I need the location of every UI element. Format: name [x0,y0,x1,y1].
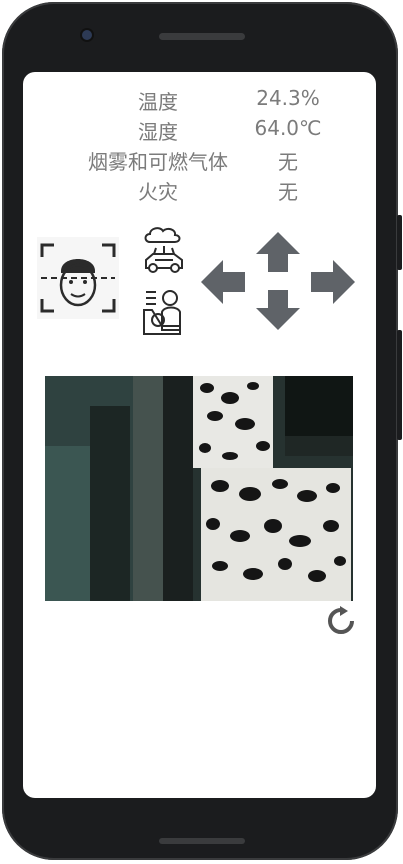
arrow-up-icon[interactable] [256,232,300,272]
sensor-label: 温度 [138,90,178,114]
driver-control-button[interactable] [140,286,188,338]
power-button [397,330,402,440]
smart-car-icon [144,227,183,273]
sensor-value: 64.0℃ [254,116,322,140]
camera-frame [45,376,353,601]
arrow-left-icon[interactable] [201,260,245,304]
sensor-label: 烟雾和可燃气体 [88,150,228,174]
sensor-row-temperature: 温度 24.3% [23,86,376,116]
sensor-value: 无 [278,150,298,174]
arrow-down-icon[interactable] [256,290,300,330]
front-camera [82,30,92,40]
bottom-speaker [159,838,245,844]
face-scan-icon [37,237,119,319]
sensor-row-fire: 火灾 无 [23,176,376,206]
smart-car-button[interactable] [140,224,188,276]
sensor-value: 24.3% [256,86,320,110]
volume-button [397,215,402,270]
refresh-icon[interactable] [326,606,356,636]
face-recognition-button[interactable] [37,237,119,319]
earpiece-speaker [159,33,245,40]
arrow-right-icon[interactable] [311,260,355,304]
sensor-row-humidity: 湿度 64.0℃ [23,116,376,146]
driver-control-icon [143,290,181,335]
app-screen: 温度 24.3% 湿度 64.0℃ 烟雾和可燃气体 无 火灾 无 [23,72,376,798]
sensor-row-smoke: 烟雾和可燃气体 无 [23,146,376,176]
sensor-value: 无 [278,180,298,204]
camera-feed [45,376,353,601]
sensor-label: 火灾 [138,180,178,204]
sensor-label: 湿度 [138,120,178,144]
